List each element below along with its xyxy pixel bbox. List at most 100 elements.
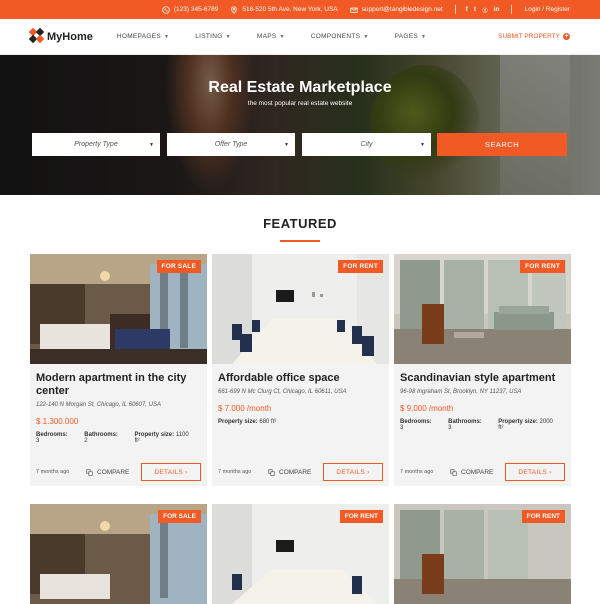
logo[interactable]: MyHome bbox=[28, 27, 93, 44]
nav-item-listing[interactable]: LISTING ▼ bbox=[195, 33, 231, 40]
property-address: 96-98 Ingraham St, Brooklyn, NY 11237, U… bbox=[400, 389, 522, 395]
login-register-link[interactable]: Login / Register bbox=[524, 6, 570, 13]
bedrooms-label: Bedrooms: bbox=[36, 432, 68, 438]
card-footer: 7 months ago COMPARE DETAILS › bbox=[218, 463, 383, 481]
property-type-select[interactable]: Property Type ▼ bbox=[32, 133, 160, 156]
status-badge: FOR SALE bbox=[158, 510, 201, 523]
submit-property-label: SUBMIT PROPERTY bbox=[498, 33, 560, 40]
address-contact: 518-520 5th Ave, New York, USA bbox=[230, 5, 338, 14]
property-card[interactable]: FOR SALE bbox=[30, 504, 207, 604]
twitter-icon[interactable]: t bbox=[474, 6, 476, 13]
nav-label: PAGES bbox=[394, 33, 418, 40]
card-footer: 7 months ago COMPARE DETAILS › bbox=[36, 463, 201, 481]
caret-down-icon: ▼ bbox=[420, 141, 425, 148]
property-title[interactable]: Modern apartment in the city center bbox=[36, 372, 204, 398]
nav-item-maps[interactable]: MAPS ▼ bbox=[257, 33, 285, 40]
bathrooms-label: Bathrooms: bbox=[448, 419, 482, 425]
city-select[interactable]: City ▼ bbox=[302, 133, 431, 156]
details-button[interactable]: DETAILS › bbox=[505, 463, 565, 481]
plus-icon: + bbox=[563, 33, 570, 40]
property-card[interactable]: FOR RENT bbox=[394, 504, 571, 604]
phone-number: (123) 345-6789 bbox=[173, 6, 219, 13]
nav-label: MAPS bbox=[256, 33, 277, 40]
caret-down-icon: ▼ bbox=[363, 33, 369, 40]
bathrooms-value: 3 bbox=[448, 425, 452, 431]
map-pin-icon bbox=[231, 5, 238, 14]
compare-label: COMPARE bbox=[461, 468, 494, 476]
bathrooms-info: Bathrooms: 3 bbox=[448, 419, 492, 431]
property-address: 661-699 N Mc Clurg Ct, Chicago, IL 60611… bbox=[218, 389, 347, 395]
phone-icon bbox=[162, 5, 170, 14]
property-title[interactable]: Affordable office space bbox=[218, 372, 386, 385]
size-label: Property size: bbox=[218, 419, 258, 425]
status-badge: FOR RENT bbox=[521, 510, 565, 523]
property-address: 122-140 N Morgan St, Chicago, IL 60607, … bbox=[36, 402, 161, 408]
caret-down-icon: ▼ bbox=[163, 33, 170, 40]
instagram-icon[interactable]: ◎ bbox=[482, 6, 488, 14]
status-badge: FOR RENT bbox=[338, 260, 383, 273]
linkedin-icon[interactable]: in bbox=[494, 6, 500, 13]
details-button[interactable]: DETAILS › bbox=[323, 463, 383, 481]
envelope-icon bbox=[350, 7, 358, 13]
property-photo[interactable]: FOR RENT bbox=[394, 254, 571, 364]
facebook-icon[interactable]: f bbox=[466, 6, 468, 13]
compare-button[interactable]: COMPARE bbox=[268, 469, 311, 476]
hero-title: Real Estate Marketplace bbox=[208, 79, 392, 96]
property-photo[interactable]: FOR SALE bbox=[30, 254, 207, 364]
phone-contact[interactable]: (123) 345-6789 bbox=[162, 5, 219, 14]
property-price: $ 9.000 /month bbox=[400, 404, 454, 413]
main-navbar: MyHome HOMEPAGES ▼ LISTING ▼ MAPS ▼ COMPONE… bbox=[0, 19, 600, 55]
search-form: Property Type ▼ Offer Type ▼ City ▼ SEAR… bbox=[30, 133, 570, 163]
select-value: City bbox=[360, 141, 373, 148]
bathrooms-value: 2 bbox=[84, 438, 88, 444]
caret-down-icon: ▼ bbox=[149, 141, 154, 148]
posted-time: 7 months ago bbox=[400, 469, 434, 475]
nav-label: HOMEPAGES bbox=[116, 33, 161, 40]
submit-property-button[interactable]: SUBMIT PROPERTY + bbox=[498, 33, 570, 40]
nav-item-pages[interactable]: PAGES ▼ bbox=[395, 33, 427, 40]
property-card[interactable]: FOR RENT Scandinavian style apartment 96… bbox=[394, 254, 571, 486]
featured-section: FEATURED bbox=[0, 195, 600, 242]
caret-down-icon: ▼ bbox=[225, 33, 231, 40]
bedrooms-value: 3 bbox=[400, 425, 404, 431]
details-button[interactable]: DETAILS › bbox=[141, 463, 201, 481]
top-bar: (123) 345-6789 518-520 5th Ave, New York… bbox=[0, 0, 600, 19]
hero-subtitle: the most popular real estate website bbox=[247, 100, 353, 107]
property-photo[interactable]: FOR RENT bbox=[212, 254, 389, 364]
compare-icon bbox=[86, 468, 93, 476]
search-button[interactable]: SEARCH bbox=[437, 133, 567, 156]
bathrooms-label: Bathrooms: bbox=[84, 432, 118, 438]
property-card[interactable]: FOR RENT Affordable office space 661-699… bbox=[212, 254, 389, 486]
compare-button[interactable]: COMPARE bbox=[86, 469, 129, 476]
divider bbox=[454, 5, 456, 14]
status-badge: FOR SALE bbox=[156, 260, 201, 273]
nav-item-homepages[interactable]: HOMEPAGES ▼ bbox=[117, 33, 169, 40]
property-card[interactable]: FOR RENT bbox=[212, 504, 389, 604]
property-meta: Bedrooms: 3 Bathrooms: 3 Property size: … bbox=[400, 419, 571, 431]
property-title[interactable]: Scandinavian style apartment bbox=[400, 372, 568, 385]
nav-item-components[interactable]: COMPONENTS ▼ bbox=[311, 33, 369, 40]
size-info: Property size: 1100 ft² bbox=[134, 432, 201, 444]
compare-icon bbox=[450, 468, 457, 476]
property-card[interactable]: FOR SALE Modern apartment in the city ce… bbox=[30, 254, 207, 486]
address-text: 518-520 5th Ave, New York, USA bbox=[242, 6, 338, 13]
divider bbox=[511, 5, 513, 14]
size-info: Property size: 680 ft² bbox=[218, 419, 282, 425]
caret-down-icon: ▼ bbox=[421, 33, 427, 40]
email-contact[interactable]: support@tangibledesign.net bbox=[350, 6, 443, 14]
hero-overlay bbox=[0, 55, 600, 195]
select-value: Property Type bbox=[74, 141, 118, 148]
status-badge: FOR RENT bbox=[339, 510, 383, 523]
compare-button[interactable]: COMPARE bbox=[450, 469, 493, 476]
card-footer: 7 months ago COMPARE DETAILS › bbox=[400, 463, 565, 481]
caret-down-icon: ▼ bbox=[284, 141, 289, 148]
size-info: Property size: 2000 ft² bbox=[498, 419, 565, 431]
email-text: support@tangibledesign.net bbox=[361, 6, 443, 13]
property-meta: Bedrooms: 3 Bathrooms: 2 Property size: … bbox=[36, 432, 207, 444]
bedrooms-info: Bedrooms: 3 bbox=[36, 432, 78, 444]
offer-type-select[interactable]: Offer Type ▼ bbox=[167, 133, 295, 156]
nav-label: LISTING bbox=[195, 33, 223, 40]
select-value: Offer Type bbox=[214, 141, 248, 148]
bedrooms-label: Bedrooms: bbox=[400, 419, 432, 425]
property-price: $ 7.000 /month bbox=[218, 404, 272, 413]
